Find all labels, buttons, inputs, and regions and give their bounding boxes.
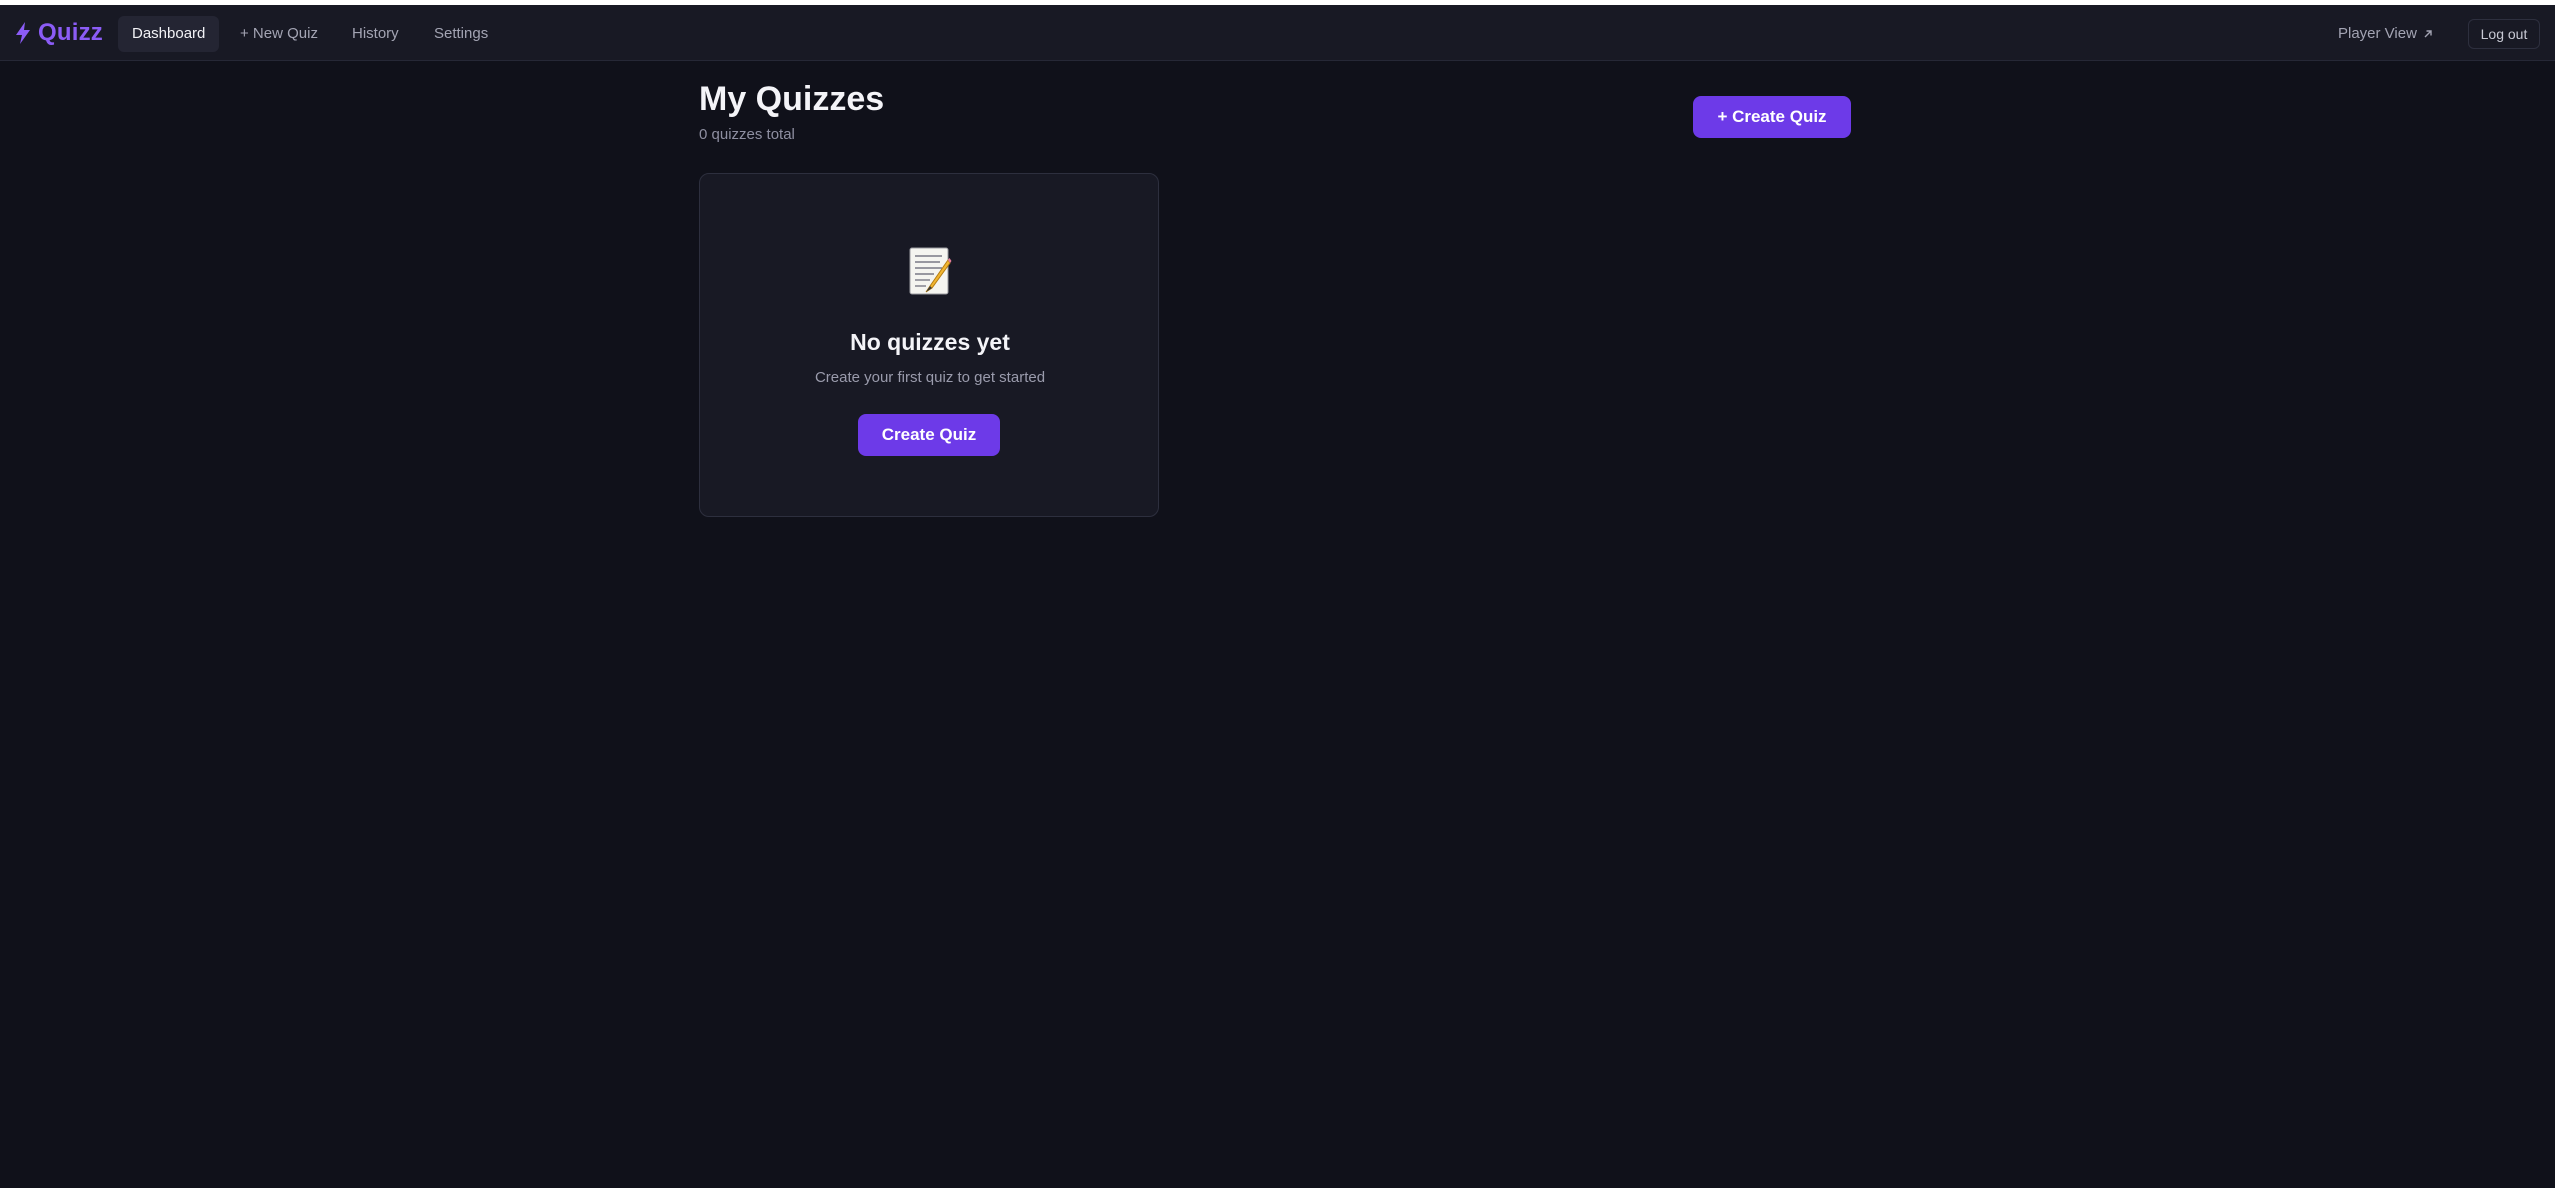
player-view-link[interactable]: Player View: [2338, 16, 2433, 52]
create-quiz-button[interactable]: + Create Quiz: [1693, 96, 1851, 138]
nav-history[interactable]: History: [338, 16, 413, 52]
logout-button[interactable]: Log out: [2468, 19, 2540, 49]
lightning-bolt-icon: [16, 22, 30, 44]
app-name: Quizz: [38, 19, 103, 46]
empty-state-title: No quizzes yet: [850, 329, 1010, 355]
app-logo[interactable]: Quizz: [14, 19, 103, 47]
nav-dashboard[interactable]: Dashboard: [118, 16, 220, 52]
quiz-count: 0 quizzes total: [699, 126, 795, 143]
nav-new-quiz[interactable]: + New Quiz: [226, 16, 332, 52]
empty-state-card: No quizzes yet Create your first quiz to…: [699, 173, 1159, 517]
page-title: My Quizzes: [699, 80, 885, 118]
memo-icon: [909, 247, 952, 295]
empty-state-create-button[interactable]: Create Quiz: [858, 414, 1000, 456]
player-view-label: Player View: [2338, 25, 2417, 42]
empty-state-description: Create your first quiz to get started: [814, 369, 1046, 386]
nav-settings[interactable]: Settings: [420, 16, 502, 52]
external-arrow-icon: [2424, 30, 2432, 38]
navbar: Quizz Dashboard + New Quiz History Setti…: [0, 5, 2555, 61]
